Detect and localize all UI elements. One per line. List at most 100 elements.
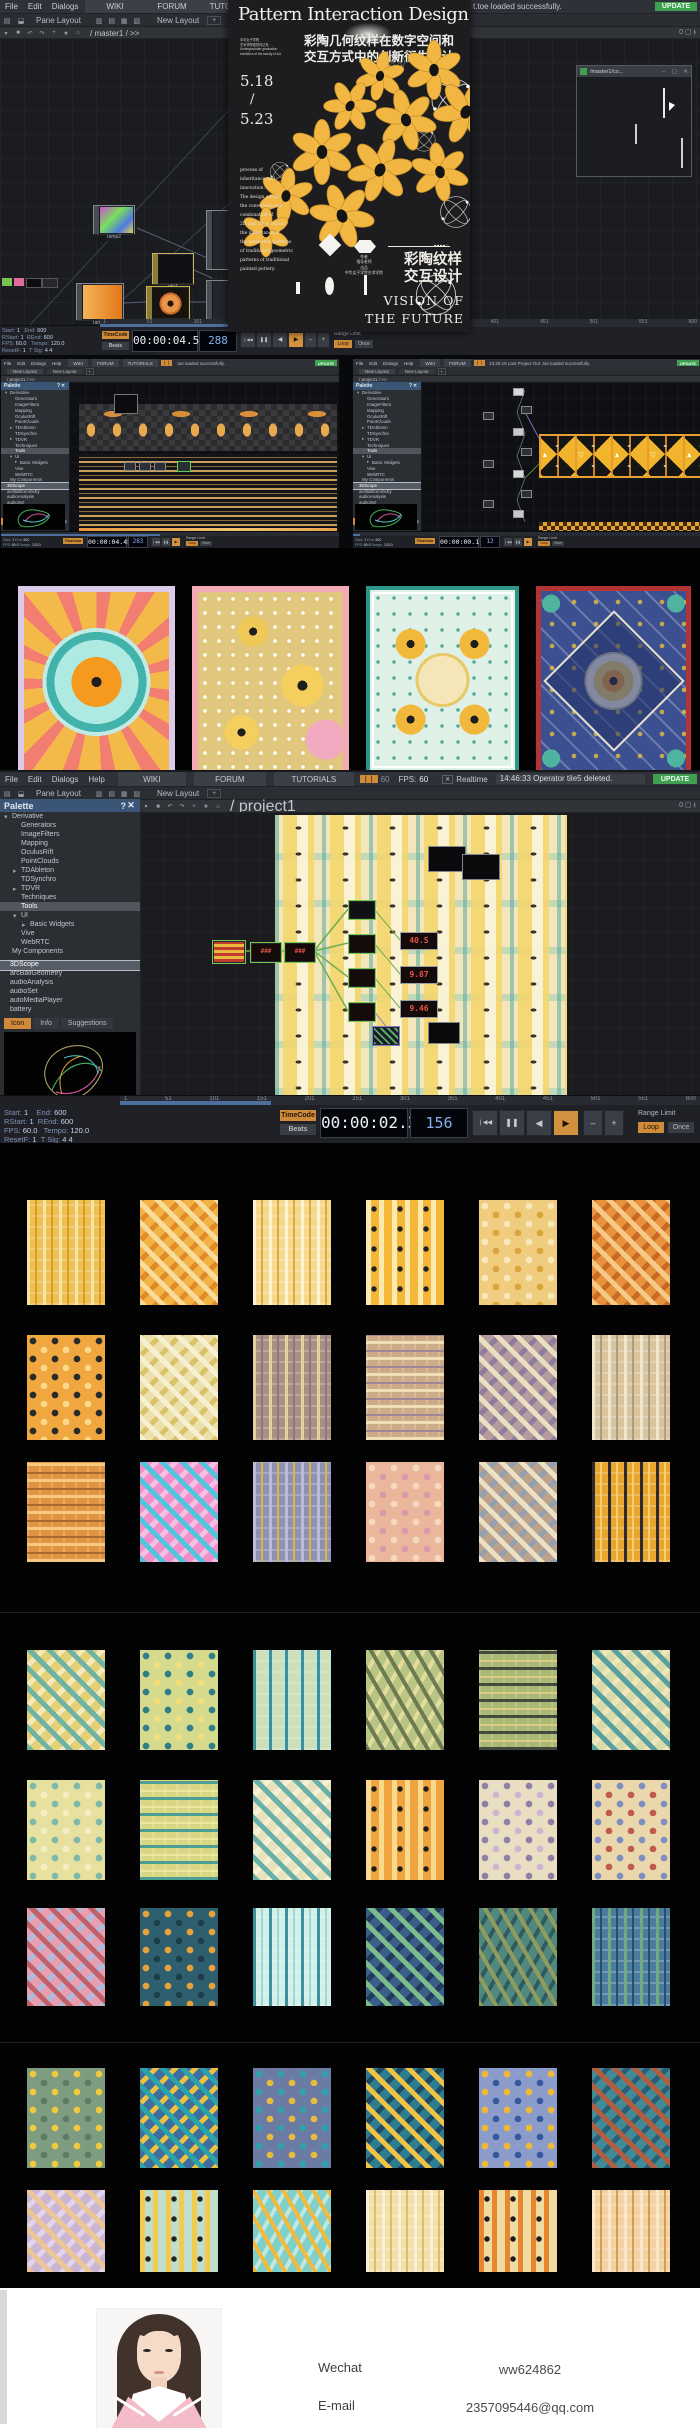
link-tutorials[interactable]: TUTORIALS (274, 772, 354, 786)
link-forum[interactable]: FORUM (444, 359, 471, 367)
save-layout-icon[interactable]: ⬓ (14, 790, 28, 798)
pane-icon[interactable]: ▤ (0, 17, 14, 25)
palette-item-tdvr[interactable]: ▸TDVR (0, 884, 140, 893)
back-icon[interactable]: ↶ (164, 803, 176, 810)
floating-window-titlebar[interactable]: /master1/co... – ▢ ✕ (577, 66, 691, 77)
frame-minus-button[interactable]: – (304, 332, 317, 348)
timecode-toggle[interactable]: TimeCode (102, 331, 129, 339)
bottom-node-1[interactable] (428, 1022, 460, 1044)
link-wiki[interactable]: WIKI (85, 0, 145, 13)
menu-item-file[interactable]: File (353, 361, 366, 366)
menu-item-edit[interactable]: Edit (14, 361, 28, 366)
timecode-toggle[interactable]: TimeCode (280, 1110, 316, 1121)
component-item-battery[interactable]: battery (0, 1006, 140, 1015)
close-icon[interactable]: ✕ (60, 383, 66, 389)
loop-button[interactable]: Loop (334, 340, 352, 348)
component-item-audioset[interactable]: audioSet (0, 988, 140, 997)
play-button[interactable]: ▶ (523, 537, 533, 547)
new-layout-label[interactable]: New Layout (149, 16, 207, 25)
layout-tab-2[interactable]: New Layout (399, 369, 435, 374)
chip-dark2[interactable] (42, 278, 58, 288)
close-icon[interactable]: ✕ (412, 383, 418, 389)
palette-item-techniques[interactable]: Techniques (0, 893, 140, 902)
realtime-checkbox[interactable]: ✕ (442, 775, 453, 784)
add-layout-button[interactable]: + (207, 789, 221, 798)
tree-expander-icon[interactable]: ▸ (13, 867, 21, 875)
breadcrumb[interactable]: / master1 / >> (84, 29, 139, 38)
top-node-1[interactable] (428, 846, 466, 872)
chop-node-d[interactable] (348, 934, 376, 954)
component-item-automediaplayer[interactable]: autoMediaPlayer (0, 997, 140, 1006)
palette-item-oculusrift[interactable]: OculusRift (0, 848, 140, 857)
layout-tab-2[interactable]: New Layout (47, 369, 83, 374)
menu-item-dialogs[interactable]: Dialogs (28, 361, 49, 366)
pause-button[interactable]: ❚❚ (513, 537, 523, 547)
update-button[interactable]: UPDATE (655, 2, 697, 11)
dropdown-icon[interactable]: ▾ (140, 803, 152, 810)
chop-node-f[interactable] (348, 1002, 376, 1022)
component-item-audioanalysis[interactable]: audioAnalysis (0, 979, 140, 988)
node-5[interactable] (513, 470, 524, 478)
link-forum[interactable]: FORUM (194, 772, 266, 786)
chop-node-source[interactable] (212, 940, 246, 964)
node-small-3[interactable] (154, 462, 166, 471)
menu-item-dialogs[interactable]: Dialogs (380, 361, 401, 366)
pause-button[interactable]: ❚❚ (499, 1110, 525, 1136)
close-icon[interactable]: ✕ (680, 69, 691, 75)
palette-item-pointclouds[interactable]: PointClouds (0, 857, 140, 866)
loop-button[interactable]: Loop (186, 541, 198, 546)
perf-badge[interactable]: ❘❘ (360, 775, 378, 783)
menu-item-file[interactable]: File (1, 361, 14, 366)
beats-toggle[interactable]: Beats (280, 1124, 316, 1135)
chip-dark[interactable] (26, 278, 42, 288)
tree-expander-icon[interactable]: ▾ (4, 813, 12, 821)
node-small-1[interactable] (124, 462, 136, 471)
beats-toggle[interactable]: Beats (102, 342, 129, 350)
network-editor[interactable]: ### ### 40.5 9.87 9.46 (140, 812, 700, 1095)
chip-green[interactable] (2, 278, 12, 286)
home-icon[interactable]: ⌂ (212, 804, 224, 810)
chop-node-a[interactable]: ### (250, 942, 282, 963)
back-icon[interactable]: ↶ (24, 30, 36, 37)
palette-item-vive[interactable]: Vive (0, 929, 140, 938)
new-layout-label[interactable]: New Layout (149, 789, 207, 798)
network-editor[interactable]: ▲ ▽ ▲ ▽ ▲ (421, 382, 700, 532)
play-button[interactable]: ▶ (171, 537, 181, 547)
perf-badge[interactable]: ❘❘ (474, 360, 486, 366)
timecode-toggle[interactable]: TimeCode (63, 538, 83, 544)
timecode-toggle[interactable]: TimeCode (415, 538, 435, 544)
pane-corner-icons[interactable]: 0 ▢ ⭳ (679, 801, 696, 812)
perf-badge[interactable]: ❘❘ (161, 360, 173, 366)
dropdown-icon[interactable]: ▾ (0, 30, 12, 37)
node-small-2[interactable] (139, 462, 151, 471)
menu-item-file[interactable]: File (0, 775, 23, 784)
palette-item-imagefilters[interactable]: ImageFilters (0, 830, 140, 839)
step-back-button[interactable]: ◀ (272, 332, 288, 348)
node-ramp2[interactable]: ramp2 (93, 205, 135, 235)
tree-expander-icon[interactable]: ▸ (22, 921, 30, 929)
add-icon[interactable]: + (48, 30, 60, 36)
frame-plus-button[interactable]: + (604, 1110, 624, 1136)
palette-tab-icon[interactable]: Icon (4, 1018, 31, 1029)
node-7[interactable] (513, 510, 524, 518)
network-editor[interactable] (69, 382, 339, 532)
layout-grid-icons[interactable]: ▥ ▤ ▦ ▧ (89, 17, 149, 25)
update-button[interactable]: UPDATE (315, 360, 337, 366)
layout-grid-icons[interactable]: ▥ ▤ ▦ ▧ (89, 790, 149, 798)
tree-expander-icon[interactable]: ▸ (13, 885, 21, 893)
loop-button[interactable]: Loop (538, 541, 550, 546)
timeline-ruler[interactable]: 151101151201251301351401451501551600 (120, 1096, 700, 1105)
palette-item-tdableton[interactable]: ▸TDAbleton (0, 866, 140, 875)
node-2[interactable] (521, 406, 532, 414)
menu-item-edit[interactable]: Edit (23, 2, 47, 11)
update-button[interactable]: UPDATE (653, 774, 697, 784)
chip-pink[interactable] (14, 278, 24, 286)
star-icon[interactable]: ★ (200, 803, 212, 810)
link-wiki[interactable]: WIKI (68, 359, 88, 367)
link-tutorials[interactable]: TUTORIALS (123, 359, 158, 367)
link-wiki[interactable]: WIKI (420, 359, 440, 367)
menu-item-file[interactable]: File (0, 2, 23, 11)
menu-item-edit[interactable]: Edit (23, 775, 47, 784)
star-icon[interactable]: ★ (60, 30, 72, 37)
stop-icon[interactable]: ■ (12, 30, 24, 36)
